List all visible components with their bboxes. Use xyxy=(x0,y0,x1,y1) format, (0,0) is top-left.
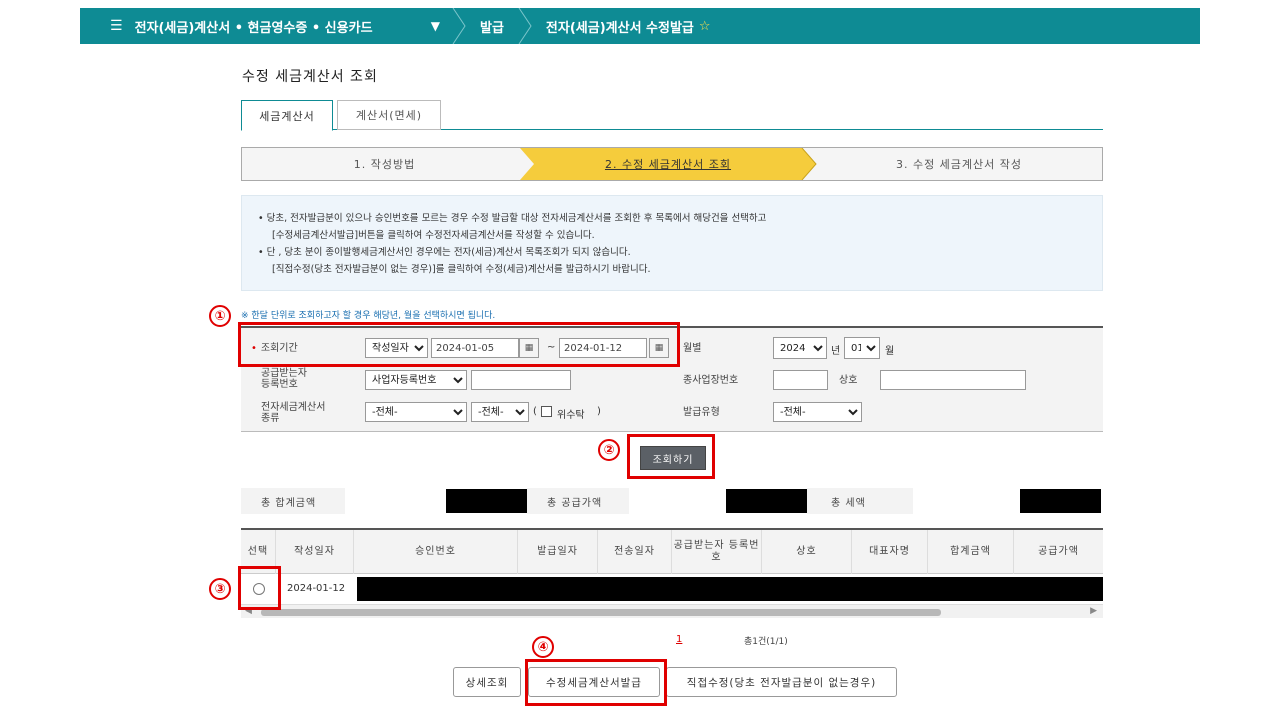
company-label: 상호 xyxy=(839,375,858,386)
step-2: 2. 수정 세금계산서 조회 xyxy=(604,158,732,171)
tab-bar: 세금계산서 계산서(면세) xyxy=(241,100,1103,131)
page-link[interactable]: 1 xyxy=(676,634,682,645)
supplier-type-select[interactable]: 사업자등록번호 xyxy=(365,370,467,390)
redacted-value xyxy=(1020,489,1101,513)
column-header: 상호 xyxy=(761,530,851,574)
annotation-number-3: ③ xyxy=(209,578,231,600)
total-supply-label: 총 공급가액 xyxy=(547,497,603,509)
page-title: 수정 세금계산서 조회 xyxy=(242,69,378,85)
breadcrumb-issue[interactable]: 발급 xyxy=(466,8,518,44)
notice-line: [직접수정(당초 전자발급분이 없는 경우)]를 클릭하여 수정(세금)계산서를… xyxy=(272,264,651,275)
supplier-label: 공급받는자 등록번호 xyxy=(261,368,307,390)
total-tax-label: 총 세액 xyxy=(831,497,866,509)
consign-checkbox[interactable] xyxy=(541,406,552,417)
annotation-number-4: ④ xyxy=(532,636,554,658)
supplier-label-line1: 공급받는자 xyxy=(261,368,307,379)
column-header: 승인번호 xyxy=(353,530,517,574)
kind-label-line2: 종류 xyxy=(261,413,280,424)
redacted-value xyxy=(726,489,807,513)
month-select[interactable]: 01 xyxy=(844,337,880,359)
monthly-label: 월별 xyxy=(683,343,702,354)
column-header: 공급가액 xyxy=(1013,530,1103,574)
annotation-box-1 xyxy=(238,322,680,367)
monthly-hint: ※ 한달 단위로 조회하고자 할 경우 해당년, 월을 선택하시면 됩니다. xyxy=(241,311,496,321)
notice-line: • 단 , 당초 분이 종이발행세금계산서인 경우에는 전자(세금)계산서 목록… xyxy=(258,247,631,258)
issue-type-label: 발급유형 xyxy=(683,407,720,418)
total-amount-label: 총 합계금액 xyxy=(261,497,317,509)
month-unit: 월 xyxy=(885,346,895,357)
column-header: 공급받는자 등록번호 xyxy=(671,530,761,574)
result-count: 총1건(1/1) xyxy=(744,637,788,647)
notice-line: [수정세금계산서발급]버튼을 클릭하여 수정전자세금계산서를 작성할 수 있습니… xyxy=(272,230,595,241)
paren-open: ( xyxy=(533,406,537,417)
kind-select-1[interactable]: -전체- xyxy=(365,402,467,422)
scroll-right-icon[interactable]: ▶ xyxy=(1090,606,1097,616)
redacted-row-data xyxy=(357,577,1103,601)
kind-select-2[interactable]: -전체- xyxy=(471,402,529,422)
column-header: 발급일자 xyxy=(517,530,597,574)
annotation-box-3 xyxy=(238,566,281,610)
year-unit: 년 xyxy=(831,346,841,357)
breadcrumb-separator-icon xyxy=(452,8,466,44)
results-table: 선택 작성일자 승인번호 발급일자 전송일자 공급받는자 등록번호 상호 대표자… xyxy=(241,528,1103,620)
totals-bar: 총 합계금액 총 공급가액 총 세액 xyxy=(241,488,1103,514)
tab-invoice-exempt[interactable]: 계산서(면세) xyxy=(337,100,441,130)
year-select[interactable]: 2024 xyxy=(773,337,827,359)
step-3: 3. 수정 세금계산서 작성 xyxy=(895,158,1023,171)
kind-label: 전자세금계산서 종류 xyxy=(261,402,325,424)
row-date: 2024-01-12 xyxy=(287,583,346,594)
annotation-box-4 xyxy=(525,659,667,706)
supplier-number-input[interactable] xyxy=(471,370,571,390)
redacted-value xyxy=(446,489,527,513)
top-navigation: ☰ 전자(세금)계산서 • 현금영수증 • 신용카드 ▼ 발급 전자(세금)계산… xyxy=(80,8,1200,44)
tab-tax-invoice[interactable]: 세금계산서 xyxy=(241,100,333,131)
breadcrumb-current: 전자(세금)계산서 수정발급 ☆ xyxy=(532,8,725,44)
horizontal-scrollbar[interactable]: ◀ ▶ xyxy=(241,604,1103,618)
paren-close: ) xyxy=(597,406,601,417)
table-row[interactable]: 2024-01-12 xyxy=(241,575,1103,603)
chevron-down-icon[interactable]: ▼ xyxy=(431,19,440,33)
notice-line: • 당초, 전자발급분이 있으나 승인번호를 모르는 경우 수정 발급할 대상 … xyxy=(258,213,767,224)
column-header: 전송일자 xyxy=(597,530,671,574)
branch-number-input[interactable] xyxy=(773,370,828,390)
column-header: 작성일자 xyxy=(275,530,353,574)
consign-label: 위수탁 xyxy=(557,410,585,421)
column-header: 합계금액 xyxy=(927,530,1013,574)
issue-type-select[interactable]: -전체- xyxy=(773,402,862,422)
step-1: 1. 작성방법 xyxy=(353,158,416,171)
kind-label-line1: 전자세금계산서 xyxy=(261,402,326,413)
table-header: 선택 작성일자 승인번호 발급일자 전송일자 공급받는자 등록번호 상호 대표자… xyxy=(241,530,1103,574)
company-input[interactable] xyxy=(880,370,1026,390)
annotation-box-2 xyxy=(627,434,715,479)
notice-box: • 당초, 전자발급분이 있으나 승인번호를 모르는 경우 수정 발급할 대상 … xyxy=(241,195,1103,291)
annotation-number-1: ① xyxy=(209,305,231,327)
hamburger-icon[interactable]: ☰ xyxy=(110,18,123,34)
main-menu-label: 전자(세금)계산서 • 현금영수증 • 신용카드 xyxy=(134,20,373,36)
column-header: 대표자명 xyxy=(851,530,927,574)
star-icon[interactable]: ☆ xyxy=(699,19,711,34)
detail-button[interactable]: 상세조회 xyxy=(453,667,521,697)
branch-number-label: 종사업장번호 xyxy=(683,375,739,386)
annotation-number-2: ② xyxy=(598,439,620,461)
breadcrumb-separator-icon xyxy=(518,8,532,44)
breadcrumb-current-label: 전자(세금)계산서 수정발급 xyxy=(545,20,694,36)
scrollbar-thumb[interactable] xyxy=(261,609,941,616)
supplier-label-line2: 등록번호 xyxy=(261,379,298,390)
main-menu[interactable]: ☰ 전자(세금)계산서 • 현금영수증 • 신용카드 ▼ xyxy=(80,8,452,44)
direct-modify-button[interactable]: 직접수정(당초 전자발급분이 없는경우) xyxy=(666,667,897,697)
step-indicator: 1. 작성방법 2. 수정 세금계산서 조회 3. 수정 세금계산서 작성 xyxy=(241,147,1103,181)
